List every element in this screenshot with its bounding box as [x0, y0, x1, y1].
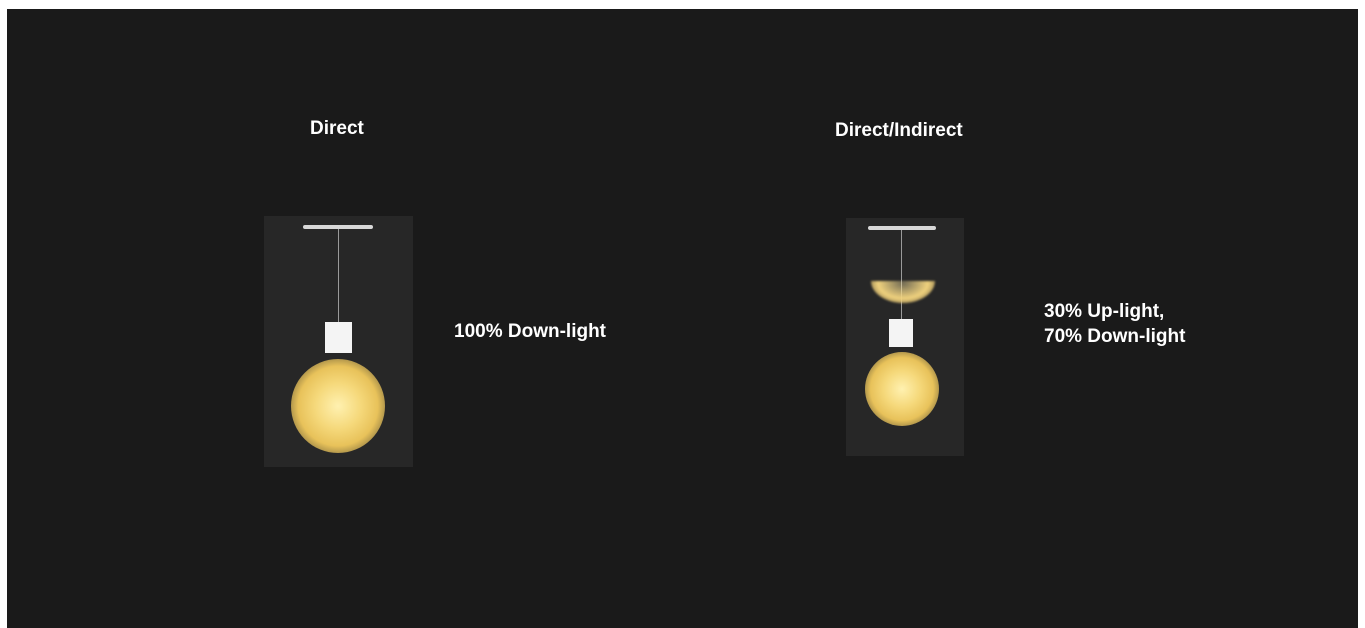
down-light-glow [291, 359, 385, 453]
direct-title: Direct [310, 118, 364, 139]
suspension-cord [338, 229, 339, 322]
suspension-cord [901, 230, 902, 319]
down-light-line: 70% Down-light [1044, 326, 1186, 347]
direct-indirect-title: Direct/Indirect [835, 120, 963, 141]
direct-indirect-pendant-illustration [846, 218, 964, 456]
up-light-glow [871, 281, 935, 303]
pendant-lamp [889, 319, 913, 347]
down-light-glow [865, 352, 939, 426]
up-light-line: 30% Up-light, [1044, 301, 1165, 322]
direct-description: 100% Down-light [454, 319, 606, 344]
direct-pendant-illustration [264, 216, 413, 467]
pendant-lamp [325, 322, 352, 353]
ceiling-canopy [868, 226, 936, 230]
direct-indirect-description: 30% Up-light, 70% Down-light [1044, 299, 1185, 349]
direct-description-line: 100% Down-light [454, 321, 607, 342]
lighting-types-diagram: Direct 100% Down-light Direct/Indirect 3… [7, 9, 1358, 628]
